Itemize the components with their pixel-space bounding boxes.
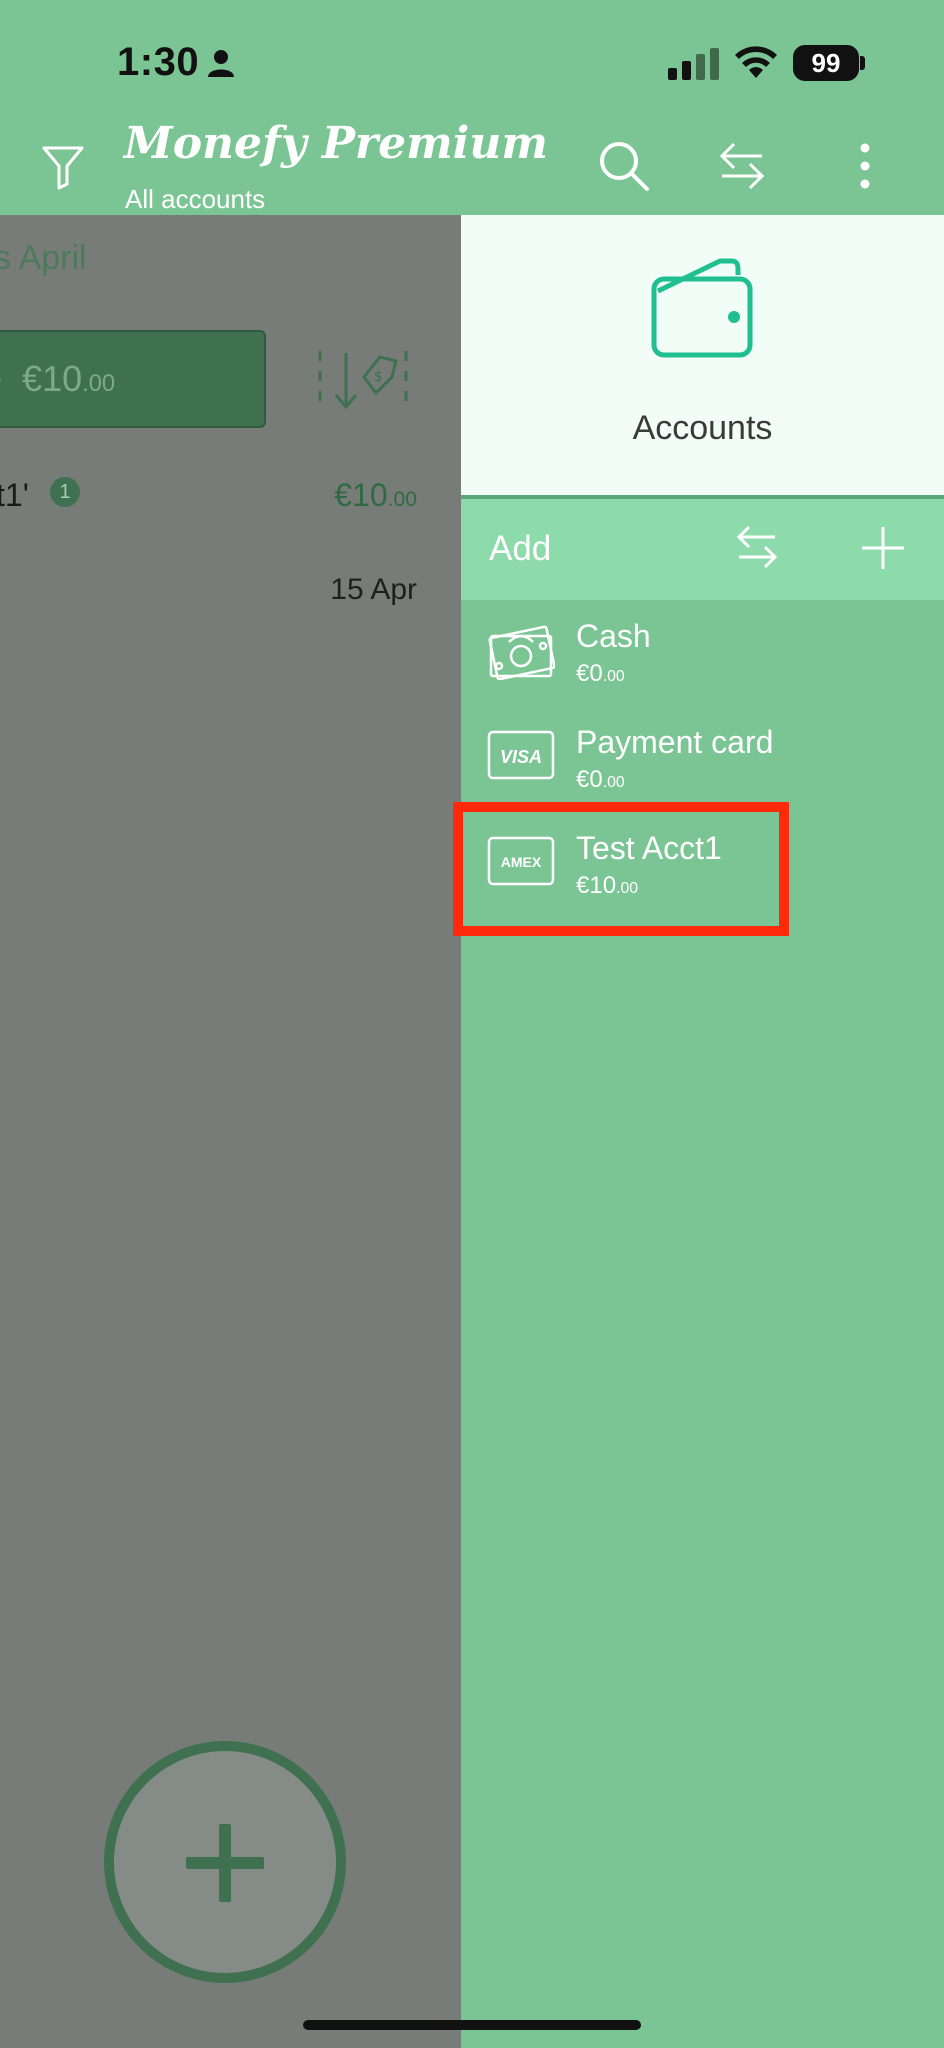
person-icon	[208, 50, 234, 77]
home-indicator	[303, 2020, 641, 2030]
drawer-header: Accounts	[461, 215, 944, 495]
plus-icon-vertical	[219, 1824, 231, 1902]
expense-total-text: e €10.00	[0, 358, 115, 400]
visa-label: VISA	[500, 747, 542, 767]
plus-icon[interactable]	[861, 525, 905, 571]
account-name: Cash	[576, 618, 651, 654]
account-balance-main: €0	[576, 660, 603, 687]
transaction-amount: €10.00	[334, 477, 417, 514]
account-selector-subtitle[interactable]: All accounts	[125, 184, 265, 215]
app-title: Monefy Premium	[124, 118, 548, 169]
selection-highlight-box	[453, 802, 789, 936]
account-item-payment-card[interactable]: VISA Payment card €0.00	[461, 706, 944, 812]
expense-cents: .00	[82, 370, 116, 397]
account-name: Payment card	[576, 724, 774, 760]
transfer-icon[interactable]	[735, 523, 779, 571]
wallet-icon	[651, 258, 753, 358]
drawer-title: Accounts	[632, 409, 773, 447]
transaction-amount-cents: .00	[387, 488, 417, 511]
account-balance-cents: .00	[602, 774, 625, 791]
battery-tip	[860, 56, 865, 70]
transaction-amount-main: 10	[352, 477, 388, 513]
account-balance: €0.00	[576, 766, 625, 794]
app-header: Monefy Premium All accounts	[0, 118, 944, 215]
svg-text:$: $	[374, 369, 383, 385]
filter-icon[interactable]	[42, 144, 84, 190]
expense-currency: €	[22, 358, 43, 399]
status-time: 1:30	[117, 40, 200, 84]
account-balance: €0.00	[576, 660, 625, 688]
expense-label: e	[0, 358, 2, 399]
more-options-icon[interactable]	[850, 142, 880, 190]
add-account-button[interactable]: Add	[489, 529, 551, 569]
visa-card-icon: VISA	[487, 730, 555, 780]
battery-indicator: 99	[793, 45, 859, 81]
transaction-name: t1'	[0, 477, 29, 513]
cash-icon	[488, 625, 555, 680]
account-balance-main: €0	[576, 766, 603, 793]
expense-main: 10	[42, 358, 83, 399]
transfer-icon[interactable]	[718, 140, 766, 192]
drawer-action-bar: Add	[461, 499, 944, 600]
period-label: s April	[0, 239, 87, 277]
transaction-date: 15 Apr	[330, 573, 417, 606]
transaction-currency: €	[334, 477, 353, 513]
account-balance-cents: .00	[602, 668, 625, 685]
add-transaction-button[interactable]	[104, 1741, 346, 1983]
cellular-signal-icon	[668, 48, 719, 80]
wifi-icon	[735, 46, 777, 78]
search-icon[interactable]	[598, 140, 650, 192]
expense-total-bar: e €10.00	[0, 330, 266, 428]
main-content-dimmed[interactable]: s April e €10.00 $ t1' 1 €10.00 15 Apr	[0, 215, 461, 2048]
status-bar: 1:30 99	[0, 0, 944, 118]
price-tag-icon: $	[318, 351, 408, 410]
account-item-cash[interactable]: Cash €0.00	[461, 600, 944, 706]
transaction-count-badge: 1	[50, 477, 80, 507]
accounts-drawer: Accounts Add Cash €0.00 VISA Payment car…	[453, 215, 944, 2048]
app-screen: 1:30 99 Monefy Premium All accounts s Ap…	[0, 0, 944, 2048]
